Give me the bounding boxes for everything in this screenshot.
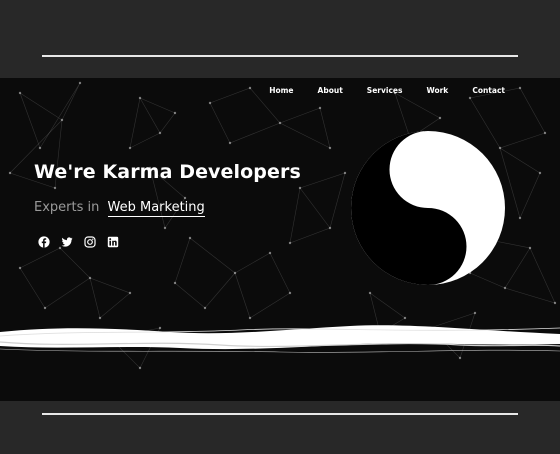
bottom-band <box>0 401 560 454</box>
main-nav: Home About Services Work Contact <box>245 86 505 95</box>
yin-yang-icon <box>351 131 505 285</box>
hero-headline: We're Karma Developers <box>34 161 301 183</box>
social-links <box>38 236 119 248</box>
facebook-icon[interactable] <box>38 236 50 248</box>
twitter-icon[interactable] <box>61 236 73 248</box>
hero-subline: Experts in Web Marketing <box>34 200 205 217</box>
nav-about-link[interactable]: About <box>318 86 343 95</box>
hero-subline-highlight: Web Marketing <box>107 200 205 217</box>
top-divider-line <box>42 55 518 57</box>
bottom-divider-line <box>42 413 518 415</box>
top-band <box>0 0 560 78</box>
nav-services-link[interactable]: Services <box>367 86 403 95</box>
hero-section: Home About Services Work Contact We're K… <box>0 78 560 401</box>
nav-home-link[interactable]: Home <box>269 86 293 95</box>
nav-contact-link[interactable]: Contact <box>472 86 505 95</box>
nav-work-link[interactable]: Work <box>426 86 448 95</box>
instagram-icon[interactable] <box>84 236 96 248</box>
hero-subline-prefix: Experts in <box>34 200 100 215</box>
linkedin-icon[interactable] <box>107 236 119 248</box>
wave-divider <box>0 325 560 353</box>
